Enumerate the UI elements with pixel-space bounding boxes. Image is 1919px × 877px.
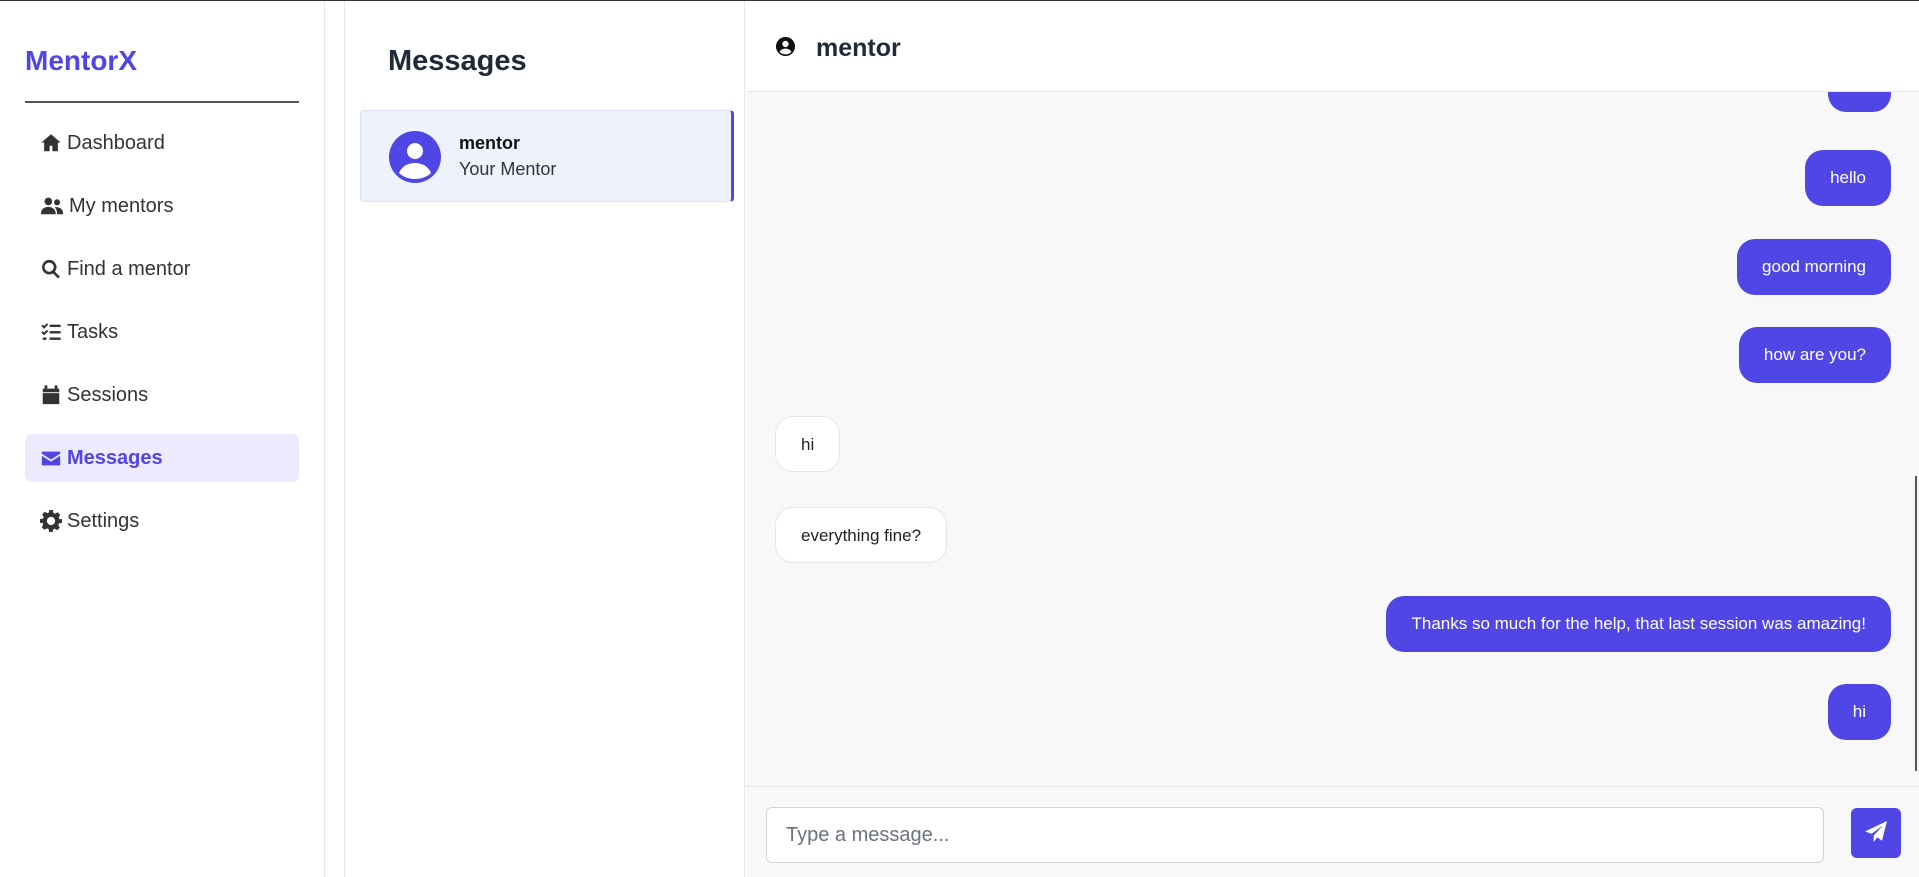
message-bubble-outgoing: good morning [1737,239,1891,295]
sidebar-nav: Dashboard My mentors Find a mentor Tasks… [25,119,299,560]
sidebar-item-settings[interactable]: Settings [25,497,299,545]
tasks-icon [39,320,63,344]
message-thread[interactable]: hi hello good morning how are you? hi ev… [746,92,1919,786]
send-button[interactable] [1851,808,1901,858]
sidebar-spacer [325,1,345,877]
message-composer [746,786,1919,877]
message-bubble-outgoing: Thanks so much for the help, that last s… [1386,596,1891,652]
sidebar-item-label: Sessions [67,383,149,406]
sidebar-item-find-a-mentor[interactable]: Find a mentor [25,245,299,293]
chat-contact-name: mentor [816,34,901,62]
sidebar-item-label: Messages [67,446,163,469]
send-icon [1864,820,1888,847]
gear-icon [39,509,63,533]
users-icon [39,194,65,218]
message-bubble-incoming: hi [775,416,841,472]
sidebar-item-tasks[interactable]: Tasks [25,308,299,356]
brand-logo[interactable]: MentorX [25,45,137,77]
sidebar-item-label: Settings [67,509,140,532]
search-icon [39,257,63,281]
chat-header: mentor [746,1,1919,92]
message-bubble-outgoing: hi [1827,684,1891,740]
message-scrollbar[interactable] [1915,476,1917,771]
sidebar-item-messages[interactable]: Messages [25,434,299,482]
message-bubble-outgoing: hello [1805,150,1891,206]
conversation-list-panel: Messages mentor Your Mentor [346,1,745,877]
sidebar-item-my-mentors[interactable]: My mentors [25,182,299,230]
sidebar-item-dashboard[interactable]: Dashboard [25,119,299,167]
chat-panel: mentor hi hello good morning how are you… [746,1,1919,877]
message-bubble-incoming: everything fine? [775,507,948,563]
user-circle-icon [775,36,796,57]
message-bubble-outgoing: hi [1827,92,1891,112]
sidebar-item-label: Tasks [67,320,119,343]
home-icon [39,131,63,155]
brand-divider [25,101,299,103]
conversation-name: mentor [459,133,521,153]
conversation-item[interactable]: mentor Your Mentor [360,110,734,202]
message-input[interactable] [766,807,1824,863]
sidebar-item-label: Find a mentor [67,257,191,280]
sidebar-item-sessions[interactable]: Sessions [25,371,299,419]
sidebar-item-label: My mentors [69,194,174,217]
sidebar: MentorX Dashboard My mentors Find a ment… [0,1,325,877]
conversations-title: Messages [388,45,527,77]
envelope-icon [39,446,63,470]
avatar [389,131,441,183]
message-bubble-outgoing: how are you? [1738,327,1891,383]
sidebar-item-label: Dashboard [67,131,165,154]
calendar-icon [39,383,63,407]
conversation-subtitle: Your Mentor [459,159,557,179]
